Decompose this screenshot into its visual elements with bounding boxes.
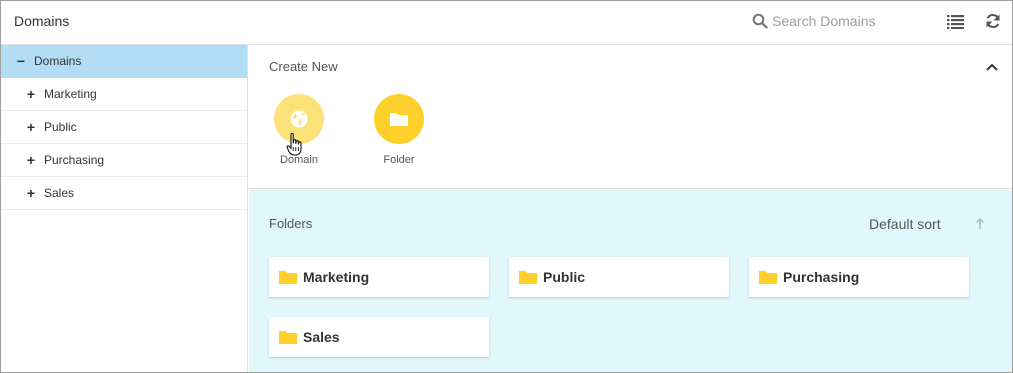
folder-card-label: Marketing bbox=[303, 269, 370, 285]
folder-card-label: Purchasing bbox=[783, 269, 860, 285]
create-domain-circle bbox=[274, 94, 324, 144]
folder-icon bbox=[519, 271, 537, 284]
expand-toggle-icon[interactable]: + bbox=[25, 86, 37, 102]
list-view-icon[interactable] bbox=[947, 13, 965, 29]
folder-icon bbox=[759, 271, 777, 284]
page-title: Domains bbox=[14, 13, 70, 29]
tree-item-marketing[interactable]: + Marketing bbox=[1, 78, 247, 111]
sort-dropdown[interactable]: Default sort bbox=[869, 216, 941, 232]
folder-card-label: Public bbox=[543, 269, 586, 285]
chevron-up-icon[interactable] bbox=[985, 62, 999, 72]
create-folder-button[interactable]: Folder bbox=[364, 94, 434, 174]
create-folder-label: Folder bbox=[383, 154, 415, 166]
search-icon[interactable] bbox=[752, 13, 768, 29]
tree-item-public[interactable]: + Public bbox=[1, 111, 247, 144]
collapse-toggle-icon[interactable]: − bbox=[15, 53, 27, 69]
folders-title: Folders bbox=[269, 216, 313, 231]
create-domain-button[interactable]: Domain bbox=[264, 94, 334, 174]
tree-item-purchasing[interactable]: + Purchasing bbox=[1, 144, 247, 177]
tree-item-label: Sales bbox=[44, 186, 75, 200]
folders-panel: Folders Default sort Marketing Public Pu… bbox=[249, 190, 1012, 372]
folder-icon bbox=[390, 113, 408, 126]
header-bar: Domains bbox=[1, 1, 1012, 45]
folder-card-marketing[interactable]: Marketing bbox=[269, 257, 489, 297]
tree-item-label: Public bbox=[44, 120, 77, 134]
create-new-title: Create New bbox=[269, 59, 338, 74]
folder-card-label: Sales bbox=[303, 329, 340, 345]
folder-icon bbox=[279, 331, 297, 344]
tree-item-label: Marketing bbox=[44, 87, 97, 101]
tree-item-label: Purchasing bbox=[44, 153, 105, 167]
search-input[interactable] bbox=[772, 10, 932, 32]
create-folder-circle bbox=[374, 94, 424, 144]
app-window: Domains − Domains + Marketing bbox=[0, 0, 1013, 373]
refresh-icon[interactable] bbox=[984, 12, 1002, 30]
expand-toggle-icon[interactable]: + bbox=[25, 185, 37, 201]
folder-icon bbox=[279, 271, 297, 284]
expand-toggle-icon[interactable]: + bbox=[25, 119, 37, 135]
sidebar-tree: − Domains + Marketing + Public + Purchas… bbox=[1, 45, 248, 372]
create-domain-label: Domain bbox=[280, 154, 318, 166]
arrow-up-icon[interactable] bbox=[975, 217, 985, 230]
folder-card-sales[interactable]: Sales bbox=[269, 317, 489, 357]
folder-card-public[interactable]: Public bbox=[509, 257, 729, 297]
tree-item-label: Domains bbox=[34, 54, 82, 68]
tree-item-domains[interactable]: − Domains bbox=[1, 45, 247, 78]
globe-icon bbox=[290, 110, 308, 128]
create-new-panel: Create New Domain Folder bbox=[249, 45, 1012, 189]
tree-item-sales[interactable]: + Sales bbox=[1, 177, 247, 210]
expand-toggle-icon[interactable]: + bbox=[25, 152, 37, 168]
folder-card-purchasing[interactable]: Purchasing bbox=[749, 257, 969, 297]
